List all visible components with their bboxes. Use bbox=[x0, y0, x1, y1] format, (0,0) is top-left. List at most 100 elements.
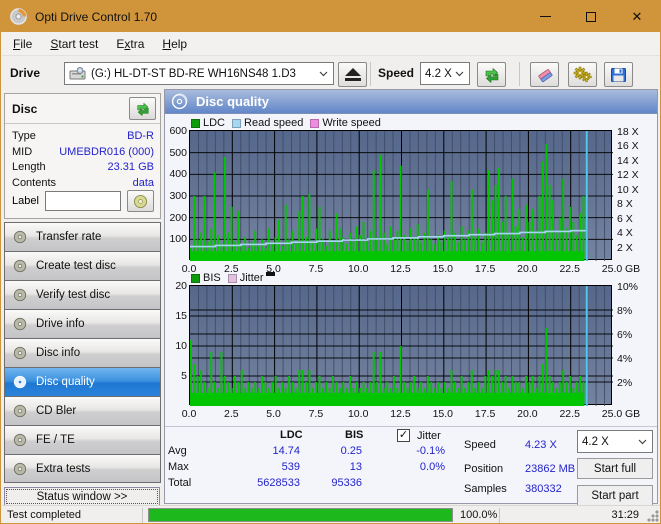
drive-icon bbox=[69, 66, 86, 79]
stat-max-ldc: 539 bbox=[281, 461, 300, 473]
burn-label-button[interactable] bbox=[127, 190, 154, 212]
save-button[interactable] bbox=[604, 62, 633, 87]
scan-speed-value: 4.2 X bbox=[582, 435, 609, 448]
y-tick-right: 18 X bbox=[617, 126, 639, 138]
toolbar-speed-select[interactable]: 4.2 X bbox=[420, 62, 470, 85]
stat-avg-bis: 0.25 bbox=[340, 445, 362, 457]
disc-info-type: Type BD-R bbox=[12, 130, 154, 142]
stat-row-label: Max bbox=[168, 461, 189, 473]
disc-icon bbox=[13, 230, 27, 244]
sidebar-item-fe-te[interactable]: FE / TE bbox=[4, 425, 161, 454]
disc-icon bbox=[13, 404, 27, 418]
sidebar-item-label: Verify test disc bbox=[36, 289, 111, 301]
samples-row-value: 380332 bbox=[525, 483, 562, 495]
y-tick-right: 8% bbox=[617, 305, 633, 317]
refresh-icon bbox=[485, 67, 498, 83]
refresh-disc-button[interactable] bbox=[477, 62, 506, 87]
write-speed-swatch bbox=[310, 118, 320, 128]
y-tick-right: 12 X bbox=[617, 169, 639, 182]
status-text: Test completed bbox=[7, 509, 81, 521]
toolbar-speed-value: 4.2 X bbox=[425, 67, 452, 80]
disc-icon bbox=[13, 346, 27, 360]
position-row-value: 23862 MB bbox=[525, 463, 576, 475]
elapsed-time: 31:29 bbox=[611, 509, 639, 521]
disc-icon bbox=[13, 433, 27, 447]
ldc-col-header: LDC bbox=[280, 429, 303, 441]
position-row-label: Position bbox=[464, 463, 504, 475]
chart2-legend: BIS Jitter bbox=[191, 272, 282, 284]
x-tick: 20.0 bbox=[517, 263, 538, 275]
status-window-button[interactable]: Status window >> bbox=[4, 487, 160, 506]
toolbar: Drive (G:) HL-DT-ST BD-RE WH16NS48 1.D3 … bbox=[2, 56, 660, 90]
y-tick-right: 16 X bbox=[617, 140, 639, 153]
disc-quality-icon bbox=[171, 93, 188, 110]
disc-icon bbox=[133, 194, 148, 208]
y-tick-right: 10 X bbox=[617, 183, 639, 196]
bis-jitter-chart bbox=[189, 285, 613, 406]
erase-disc-button[interactable] bbox=[530, 62, 559, 87]
samples-row-label: Samples bbox=[464, 483, 507, 495]
x-tick: 7.5 bbox=[308, 263, 324, 275]
disc-refresh-button[interactable] bbox=[129, 97, 156, 120]
read-speed-swatch bbox=[232, 118, 242, 128]
y-tick-right: 6 X bbox=[617, 212, 633, 225]
start-part-button[interactable]: Start part bbox=[577, 485, 653, 506]
sidebar-item-label: FE / TE bbox=[36, 434, 75, 446]
x-axis-unit: GB bbox=[625, 263, 641, 275]
x-tick: 22.5 bbox=[559, 408, 580, 420]
eject-button[interactable] bbox=[338, 62, 367, 87]
x-tick: 12.5 bbox=[390, 408, 411, 420]
stat-avg-jitter: -0.1% bbox=[416, 445, 445, 457]
save-icon bbox=[611, 67, 626, 82]
sidebar-item-disc-info[interactable]: Disc info bbox=[4, 338, 161, 367]
start-full-button[interactable]: Start full bbox=[577, 458, 653, 479]
drive-select-value: (G:) HL-DT-ST BD-RE WH16NS48 1.D3 bbox=[91, 67, 296, 80]
scan-speed-select[interactable]: 4.2 X bbox=[577, 430, 653, 453]
disc-icon bbox=[13, 259, 27, 273]
resize-grip[interactable] bbox=[647, 510, 659, 522]
progress-fill bbox=[149, 509, 452, 521]
x-tick: 0.0 bbox=[181, 408, 197, 420]
legend-bis: BIS bbox=[191, 272, 221, 284]
eraser-icon bbox=[537, 68, 552, 82]
y-tick-right: 10% bbox=[617, 281, 639, 293]
sidebar-item-drive-info[interactable]: Drive info bbox=[4, 309, 161, 338]
sidebar-item-extra-tests[interactable]: Extra tests bbox=[4, 454, 161, 483]
drive-select[interactable]: (G:) HL-DT-ST BD-RE WH16NS48 1.D3 bbox=[64, 62, 334, 85]
ldc-read-speed-chart bbox=[189, 130, 613, 261]
disc-box-title: Disc bbox=[12, 102, 38, 116]
legend-jitter: Jitter bbox=[227, 272, 275, 284]
close-button[interactable]: ✕ bbox=[614, 1, 660, 32]
legend-ldc: LDC bbox=[191, 117, 225, 129]
menu-start-test[interactable]: Start test bbox=[41, 33, 107, 55]
x-tick: 7.5 bbox=[308, 408, 324, 420]
sidebar-item-verify-test-disc[interactable]: Verify test disc bbox=[4, 280, 161, 309]
sidebar-nav: Transfer rate Create test disc Verify test… bbox=[4, 222, 161, 483]
settings-button[interactable] bbox=[568, 62, 597, 87]
menu-file[interactable]: File bbox=[4, 33, 41, 55]
jitter-checkbox[interactable]: ✓ bbox=[397, 429, 410, 442]
disc-label-input[interactable] bbox=[45, 191, 121, 211]
sidebar-item-transfer-rate[interactable]: Transfer rate bbox=[4, 222, 161, 251]
gears-icon bbox=[573, 66, 592, 83]
menu-extra[interactable]: Extra bbox=[107, 33, 153, 55]
disc-info-box: Disc Type BD-R MID UMEBDR016 (000) Length 23.… bbox=[4, 93, 161, 219]
titlebar: Opti Drive Control 1.70 ✕ bbox=[1, 1, 660, 32]
x-tick: 12.5 bbox=[390, 263, 411, 275]
stat-row-label: Total bbox=[168, 477, 192, 489]
y-tick-left: 500 bbox=[169, 146, 187, 159]
stats-area: LDC BIS ✓ Jitter Avg 14.74 0.25 -0.1% Max 539… bbox=[165, 426, 657, 506]
menu-help[interactable]: Help bbox=[153, 33, 196, 55]
maximize-button[interactable] bbox=[568, 1, 614, 32]
stat-total-ldc: 5628533 bbox=[257, 477, 300, 489]
app-disc-icon bbox=[10, 8, 27, 25]
y-tick-left: 400 bbox=[169, 168, 187, 181]
sidebar-item-create-test-disc[interactable]: Create test disc bbox=[4, 251, 161, 280]
stat-row-label: Avg bbox=[168, 445, 187, 457]
sidebar-item-label: Create test disc bbox=[36, 260, 116, 272]
sidebar-item-cd-bler[interactable]: CD Bler bbox=[4, 396, 161, 425]
minimize-button[interactable] bbox=[522, 1, 568, 32]
sidebar-item-label: Disc info bbox=[36, 347, 81, 359]
sidebar-item-disc-quality[interactable]: Disc quality bbox=[4, 367, 161, 396]
disc-info-length: Length 23.31 GB bbox=[12, 161, 154, 173]
